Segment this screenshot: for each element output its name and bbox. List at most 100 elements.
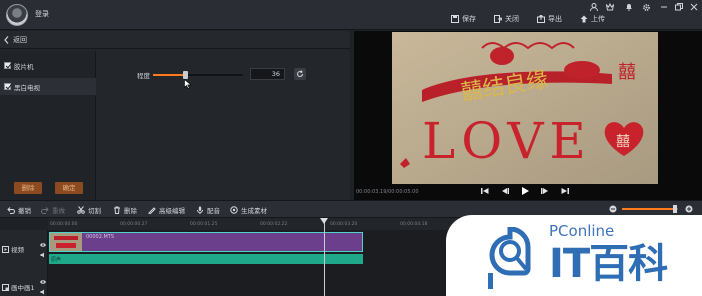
pconline-logo-icon (488, 227, 531, 289)
playhead-handle[interactable] (320, 218, 328, 224)
watermark-text: IT百科 (549, 241, 668, 287)
track-video[interactable]: 视频 (2, 244, 24, 254)
video-clip-name: 00002.MTS (86, 234, 115, 240)
minimize-icon[interactable] (659, 2, 669, 12)
checkbox-checked[interactable] (4, 62, 11, 69)
cut-label: 切割 (88, 207, 101, 215)
chevron-left-icon (4, 36, 9, 44)
watermark-brand: PConline (549, 222, 615, 240)
microphone-icon (197, 206, 203, 214)
bell-icon[interactable] (624, 2, 634, 12)
user-icon[interactable] (589, 2, 599, 12)
reset-button[interactable] (294, 68, 306, 80)
photo-double-happiness-top: 囍 (618, 62, 636, 83)
zoom-slider-knob[interactable] (673, 205, 677, 213)
delete-button[interactable]: 删除 (113, 205, 137, 215)
eye-icon[interactable] (40, 279, 46, 285)
user-avatar[interactable] (6, 4, 28, 26)
redo-icon (41, 207, 49, 214)
export-button[interactable]: 导出 (537, 14, 562, 24)
advanced-edit-label: 高级编辑 (159, 207, 185, 215)
dubbing-button[interactable]: 配音 (196, 205, 220, 215)
upload-icon (580, 15, 588, 23)
photo-love-text: LOVE (422, 112, 592, 170)
track-labels: 视频 画中画1 (0, 230, 48, 296)
zoom-slider-fill (622, 208, 674, 210)
filter-item-bw-tv[interactable]: 黑白电视 (0, 78, 96, 95)
save-button[interactable]: 保存 (451, 14, 476, 24)
strength-value-field[interactable]: 36 (250, 68, 285, 80)
ruler-tick: 00:00:03.20 (330, 222, 358, 227)
delete-label: 删除 (124, 207, 137, 215)
pip-track-icon (2, 283, 9, 291)
track-pip-label: 画中画1 (11, 284, 35, 292)
save-label: 保存 (462, 15, 476, 23)
undo-button[interactable]: 撤销 (7, 205, 31, 215)
export-icon (537, 15, 545, 23)
track-pip[interactable]: 画中画1 (2, 282, 35, 292)
cut-button[interactable]: 切割 (77, 205, 101, 215)
mouse-cursor-icon (184, 79, 192, 89)
restore-icon[interactable] (674, 2, 684, 12)
close-project-button[interactable]: 关闭 (494, 14, 519, 24)
back-label: 返回 (13, 36, 27, 44)
gear-icon[interactable] (641, 2, 651, 12)
audio-clip[interactable] (49, 254, 363, 264)
undo-icon (7, 207, 15, 214)
save-icon (451, 15, 459, 23)
filter-list: 胶片机 黑白电视 (0, 51, 96, 200)
strength-slider-knob[interactable] (183, 71, 189, 79)
close-project-icon (494, 15, 502, 23)
zoom-in-icon[interactable] (685, 205, 693, 213)
dubbing-label: 配音 (207, 207, 220, 215)
trash-icon (114, 206, 120, 214)
preview-image: 囍结良缘 囍 LOVE 囍 (392, 32, 658, 184)
refresh-icon (297, 70, 303, 77)
scissors-icon (77, 206, 85, 214)
speaker-icon[interactable] (40, 289, 46, 295)
next-frame-icon[interactable] (540, 186, 550, 196)
advanced-edit-button[interactable]: 高级编辑 (148, 205, 185, 215)
back-bar: 返回 (0, 31, 350, 49)
eye-icon[interactable] (40, 242, 46, 248)
generate-material-label: 生成素材 (241, 207, 267, 215)
playhead-line[interactable] (324, 220, 325, 296)
zoom-out-icon[interactable] (609, 205, 617, 213)
track-video-label: 视频 (11, 246, 24, 254)
video-track-icon (2, 245, 9, 253)
redo-label: 重做 (52, 207, 65, 215)
upload-label: 上传 (591, 15, 605, 23)
generate-material-button[interactable]: 生成素材 (230, 205, 267, 215)
redo-button[interactable]: 重做 (41, 205, 65, 215)
delete-filter-button[interactable]: 删除 (14, 182, 42, 194)
advanced-edit-icon (148, 207, 156, 214)
skip-to-start-icon[interactable] (480, 186, 490, 196)
filter-item-label: 黑白电视 (14, 83, 40, 92)
close-icon[interactable] (689, 2, 699, 12)
filter-item-label: 胶片机 (14, 62, 34, 71)
back-button[interactable]: 返回 (4, 35, 27, 45)
clip-thumbnail (50, 233, 82, 251)
ruler-tick: 00:00:04.18 (400, 222, 428, 227)
ruler-tick: 00:00:00.27 (120, 222, 148, 227)
close-project-label: 关闭 (505, 15, 519, 23)
filter-item-film-camera[interactable]: 胶片机 (0, 57, 96, 74)
play-icon[interactable] (520, 186, 530, 196)
checkbox-checked[interactable] (4, 83, 11, 90)
ruler-tick: 00:00:02.22 (260, 222, 288, 227)
ruler-tick: 00:00:00.00 (50, 222, 78, 227)
login-link[interactable]: 登录 (35, 9, 49, 19)
preview-timecode: 00:00:03.19/00:00:05.00 (356, 189, 419, 195)
previous-frame-icon[interactable] (500, 186, 510, 196)
confirm-button[interactable]: 确定 (55, 182, 83, 194)
crown-icon[interactable] (605, 2, 615, 12)
speaker-icon[interactable] (40, 252, 46, 258)
generate-material-icon (230, 206, 238, 214)
strength-label: 程度 (137, 72, 150, 80)
photo-double-happiness-heart: 囍 (616, 134, 630, 150)
undo-label: 撤销 (18, 207, 31, 215)
audio-clip-name: 原声 (51, 257, 62, 263)
export-label: 导出 (548, 15, 562, 23)
skip-to-end-icon[interactable] (560, 186, 570, 196)
upload-button[interactable]: 上传 (580, 14, 605, 24)
